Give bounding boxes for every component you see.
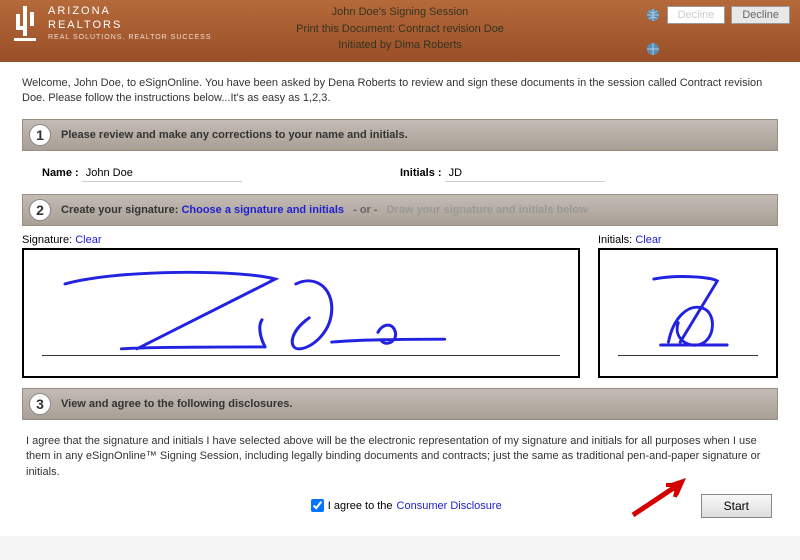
initials-input[interactable] xyxy=(445,165,605,182)
step2-number: 2 xyxy=(29,199,51,221)
initials-clear-link[interactable]: Clear xyxy=(635,234,661,246)
name-label: Name : xyxy=(42,167,79,179)
brand-line1: ARIZONA xyxy=(48,4,212,18)
agree-text: I agree to the xyxy=(328,500,393,512)
agree-checkbox[interactable] xyxy=(311,499,324,512)
signature-pad[interactable] xyxy=(22,248,580,378)
header-session-info: John Doe's Signing Session Print this Do… xyxy=(296,4,504,54)
main-content: Welcome, John Doe, to eSignOnline. You h… xyxy=(0,62,800,536)
footer-row: I agree to the Consumer Disclosure Start xyxy=(22,490,778,522)
initials-label: Initials : xyxy=(400,167,442,179)
signature-label: Signature: xyxy=(22,234,72,246)
initials-drawing xyxy=(600,250,776,376)
name-initials-row: Name : Initials : xyxy=(22,159,778,194)
step2-title-a: Create your signature: xyxy=(61,204,178,216)
signature-drawing xyxy=(24,250,578,376)
initials-pad[interactable] xyxy=(598,248,778,378)
name-input[interactable] xyxy=(82,165,242,182)
app-header: ARIZONA REALTORS REAL SOLUTIONS. REALTOR… xyxy=(0,0,800,62)
step1-number: 1 xyxy=(29,124,51,146)
brand-line2: REALTORS xyxy=(48,18,212,32)
choose-signature-link[interactable]: Choose a signature and initials xyxy=(181,204,344,216)
disclosure-text: I agree that the signature and initials … xyxy=(22,428,778,490)
signature-clear-link[interactable]: Clear xyxy=(75,234,101,246)
step3-number: 3 xyxy=(29,393,51,415)
print-line[interactable]: Print this Document: Contract revision D… xyxy=(296,21,504,38)
step1-title: Please review and make any corrections t… xyxy=(61,129,408,141)
decline-button[interactable]: Decline xyxy=(731,6,790,24)
step1-bar: 1 Please review and make any corrections… xyxy=(22,119,778,151)
globe-icon[interactable] xyxy=(646,8,660,22)
initiated-by: Initiated by Dima Roberts xyxy=(296,37,504,54)
consumer-disclosure-link[interactable]: Consumer Disclosure xyxy=(397,500,502,512)
globe-icon[interactable] xyxy=(646,42,660,56)
initials-pad-label: Initials: xyxy=(598,234,632,246)
brand-sub: REAL SOLUTIONS. REALTOR SUCCESS xyxy=(48,33,212,42)
brand-logo: ARIZONA REALTORS REAL SOLUTIONS. REALTOR… xyxy=(10,4,212,42)
step3-title: View and agree to the following disclosu… xyxy=(61,398,292,410)
step3-bar: 3 View and agree to the following disclo… xyxy=(22,388,778,420)
cactus-icon xyxy=(10,4,40,42)
step2-sep: - or - xyxy=(353,204,377,216)
start-button[interactable]: Start xyxy=(701,494,772,518)
step2-muted: Draw your signature and initials below xyxy=(387,204,588,216)
welcome-text: Welcome, John Doe, to eSignOnline. You h… xyxy=(22,76,778,107)
session-title: John Doe's Signing Session xyxy=(296,4,504,21)
decline-button-ghost[interactable]: Decline xyxy=(667,6,726,24)
step2-bar: 2 Create your signature: Choose a signat… xyxy=(22,194,778,226)
